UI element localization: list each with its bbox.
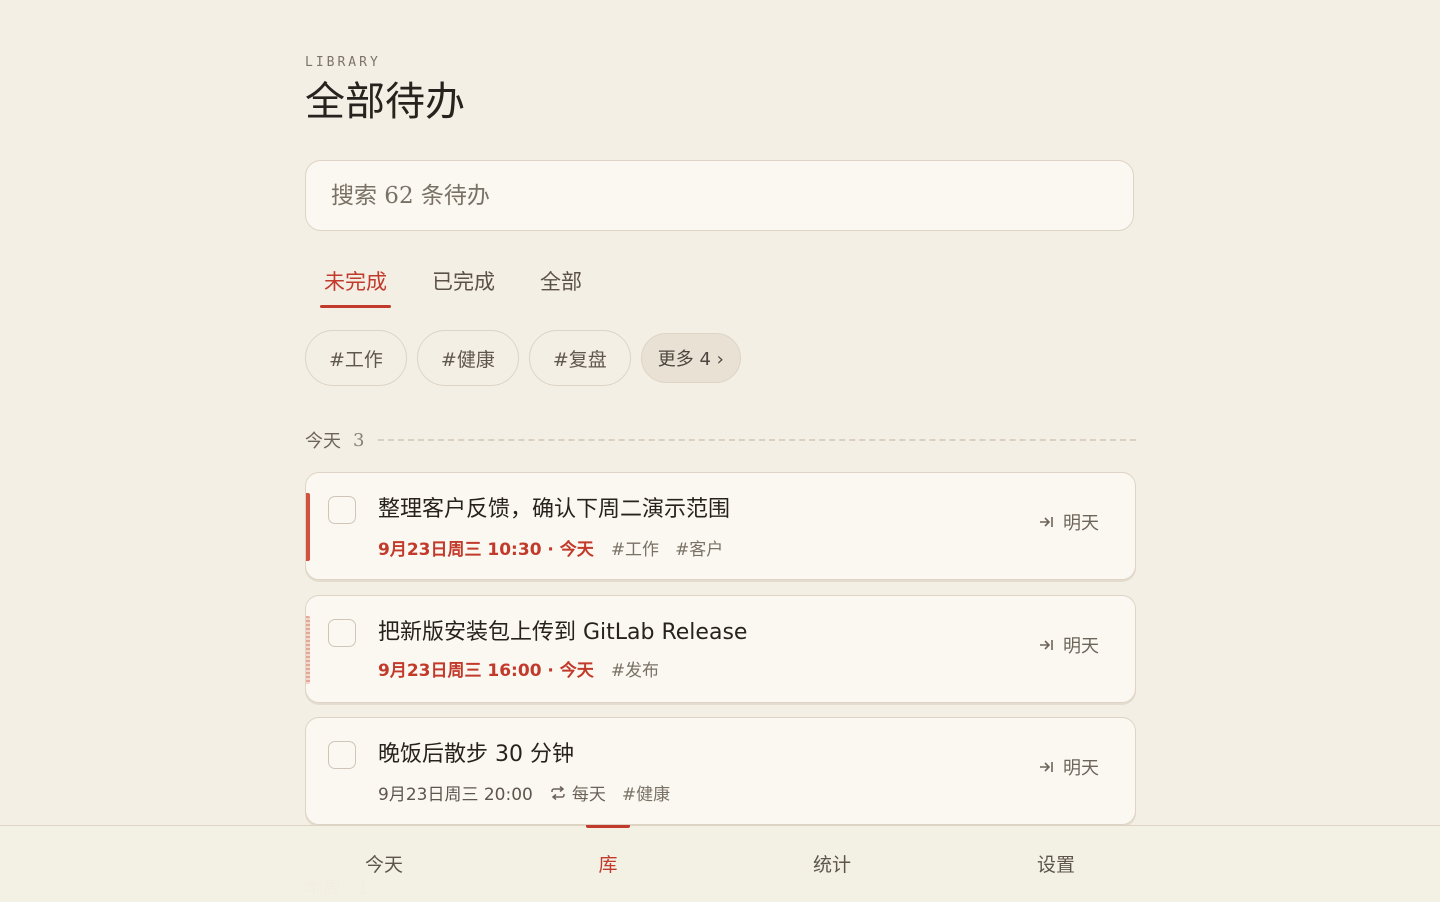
task-tag[interactable]: #客户 — [675, 535, 723, 560]
nav-stats[interactable]: 统计 — [772, 850, 892, 877]
section-header-today: 今天 3 — [305, 427, 1136, 453]
task-card[interactable]: 晚饭后散步 30 分钟 9月23日周三 20:00 每天 #健康 明天 — [305, 717, 1136, 825]
defer-tomorrow-button[interactable]: 明天 — [1039, 754, 1099, 780]
search-input[interactable] — [329, 181, 1133, 210]
repeat-label: 每天 — [571, 785, 606, 805]
active-tab-indicator — [586, 825, 630, 828]
priority-bar — [306, 616, 310, 684]
section-count: 3 — [353, 429, 365, 451]
task-meta: 9月23日周三 16:00 · 今天 #发布 — [378, 656, 675, 681]
defer-label: 明天 — [1063, 758, 1099, 779]
page-title: 全部待办 — [305, 79, 465, 125]
section-divider — [378, 439, 1136, 441]
nav-library[interactable]: 库 — [548, 850, 668, 877]
nav-today[interactable]: 今天 — [324, 850, 444, 877]
task-title: 整理客户反馈，确认下周二演示范围 — [378, 497, 731, 522]
task-tag[interactable]: #健康 — [622, 780, 670, 805]
tag-chip-work[interactable]: #工作 — [305, 330, 407, 386]
task-card[interactable]: 把新版安装包上传到 GitLab Release 9月23日周三 16:00 ·… — [305, 595, 1136, 703]
search-box[interactable] — [305, 160, 1134, 231]
section-label: 今天 — [305, 431, 341, 452]
defer-tomorrow-button[interactable]: 明天 — [1039, 632, 1099, 658]
status-filter-tabs: 未完成 已完成 全部 — [320, 262, 623, 308]
defer-arrow-icon — [1040, 640, 1053, 650]
defer-arrow-icon — [1040, 517, 1053, 527]
defer-arrow-icon — [1040, 762, 1053, 772]
defer-label: 明天 — [1063, 513, 1099, 534]
task-checkbox[interactable] — [328, 496, 356, 524]
task-due: 9月23日周三 10:30 · 今天 — [378, 540, 594, 560]
task-checkbox[interactable] — [328, 741, 356, 769]
task-due: 9月23日周三 16:00 · 今天 — [378, 661, 594, 681]
task-tag[interactable]: #发布 — [611, 656, 659, 681]
defer-tomorrow-button[interactable]: 明天 — [1039, 509, 1099, 535]
task-meta: 9月23日周三 20:00 每天 #健康 — [378, 780, 686, 805]
task-tag[interactable]: #工作 — [611, 535, 659, 560]
task-title: 晚饭后散步 30 分钟 — [378, 742, 574, 767]
task-meta: 9月23日周三 10:30 · 今天 #工作 #客户 — [378, 535, 739, 560]
nav-settings[interactable]: 设置 — [996, 850, 1116, 877]
task-repeat: 每天 — [550, 780, 606, 805]
tab-completed[interactable]: 已完成 — [428, 262, 499, 306]
task-checkbox[interactable] — [328, 619, 356, 647]
repeat-icon — [551, 785, 565, 800]
page-eyebrow: LIBRARY — [305, 55, 381, 70]
tag-filter-chips: #工作 #健康 #复盘 更多 4 › — [305, 330, 751, 386]
tag-chip-review[interactable]: #复盘 — [528, 330, 631, 386]
defer-label: 明天 — [1063, 636, 1099, 657]
tab-all[interactable]: 全部 — [536, 262, 586, 306]
task-due: 9月23日周三 20:00 — [378, 785, 533, 805]
tag-chip-health[interactable]: #健康 — [416, 330, 519, 386]
task-title: 把新版安装包上传到 GitLab Release — [378, 620, 748, 645]
more-tags-chip[interactable]: 更多 4 › — [640, 333, 741, 383]
bottom-tab-bar: 今天 库 统计 设置 — [0, 825, 1440, 902]
tab-incomplete[interactable]: 未完成 — [320, 262, 391, 308]
task-card[interactable]: 整理客户反馈，确认下周二演示范围 9月23日周三 10:30 · 今天 #工作 … — [305, 472, 1136, 580]
priority-bar — [306, 493, 310, 561]
